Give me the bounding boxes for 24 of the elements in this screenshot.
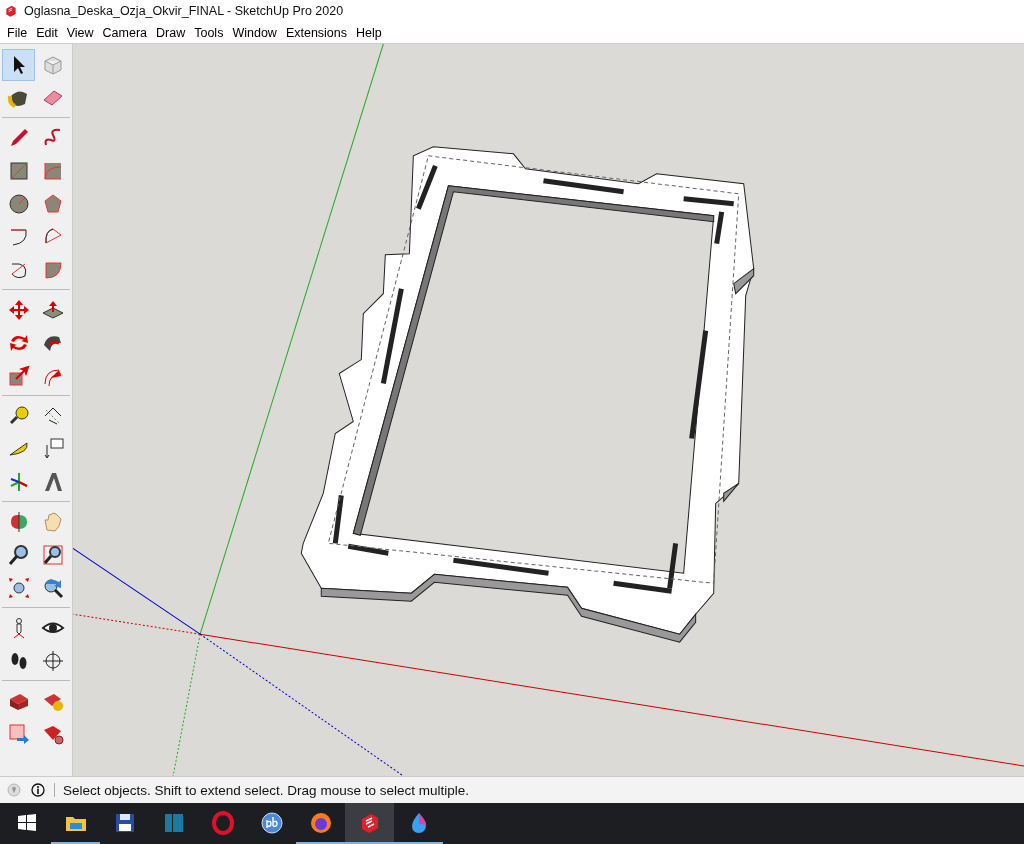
- firefox-logo-icon: [308, 810, 333, 835]
- window-title: Oglasna_Deska_Ozja_Okvir_FINAL - SketchUp Pro 2020: [24, 4, 344, 18]
- menu-item[interactable]: Edit: [32, 25, 63, 40]
- app-logo-icon: [4, 4, 18, 18]
- menu-item[interactable]: File: [3, 25, 33, 40]
- share-model-icon: [6, 722, 31, 746]
- location-pin-icon[interactable]: [6, 782, 22, 798]
- circle-icon: [6, 192, 31, 216]
- zoom-extents-icon: [6, 576, 31, 600]
- opera-logo-icon: [210, 810, 235, 835]
- menu-item[interactable]: View: [62, 25, 99, 40]
- menu-item[interactable]: Window: [228, 25, 282, 40]
- info-icon[interactable]: [30, 782, 46, 798]
- menu-item[interactable]: Camera: [98, 25, 153, 40]
- zoom-icon: [6, 543, 31, 567]
- menu-item[interactable]: Extensions: [281, 25, 353, 40]
- scale-icon: [6, 364, 31, 388]
- status-message: Select objects. Shift to extend select. Drag mouse to select multiple.: [63, 782, 469, 798]
- menu-item[interactable]: Help: [352, 25, 387, 40]
- tool-button[interactable]: [2, 49, 35, 81]
- zoom-window-icon: [40, 543, 65, 567]
- qb-logo-icon: [259, 810, 284, 835]
- menu-item[interactable]: Tools: [190, 25, 229, 40]
- menu-item[interactable]: Draw: [152, 25, 191, 40]
